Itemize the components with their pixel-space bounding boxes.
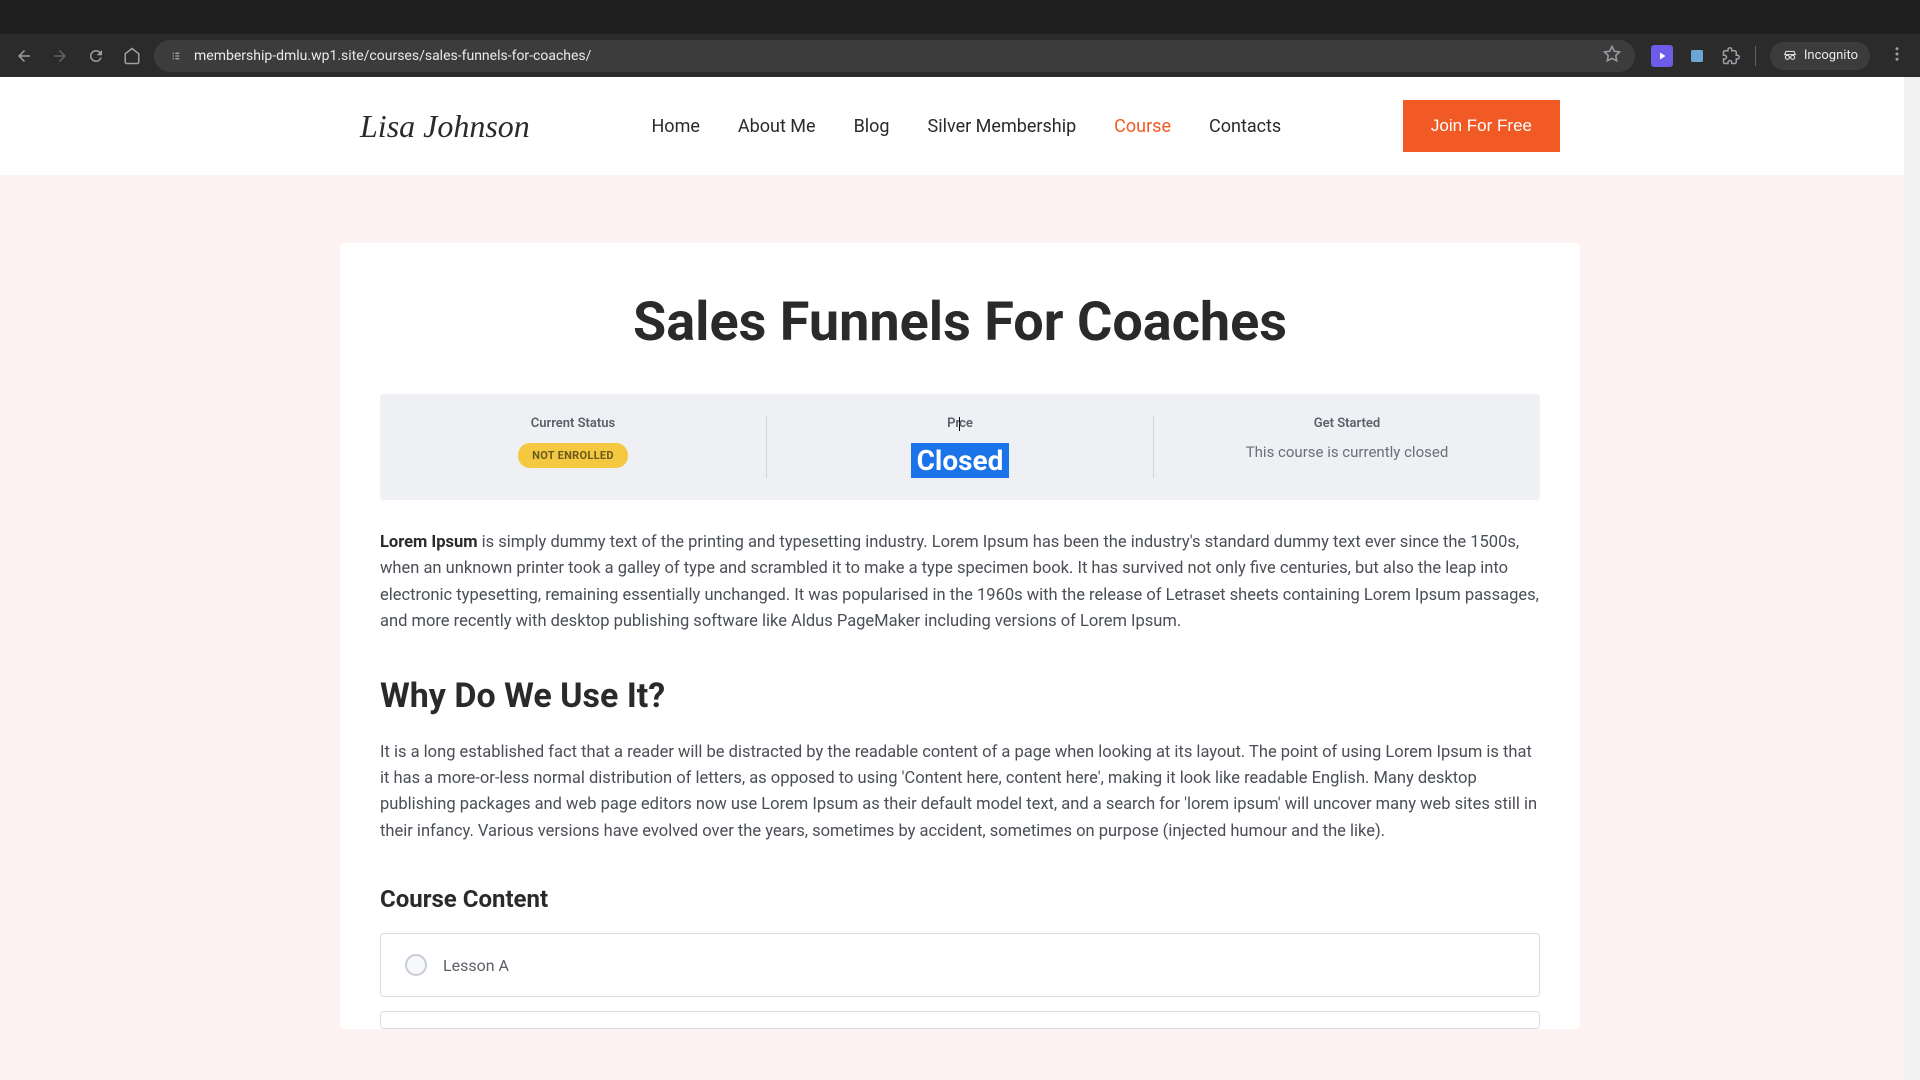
- nav-item-home[interactable]: Home: [651, 116, 699, 137]
- extensions-icon[interactable]: [1721, 46, 1741, 66]
- course-closed-message: This course is currently closed: [1246, 443, 1449, 461]
- site-settings-icon[interactable]: [168, 48, 184, 64]
- browser-toolbar: membership-dmlu.wp1.site/courses/sales-f…: [0, 34, 1920, 77]
- course-content-heading: Course Content: [380, 885, 1540, 913]
- lesson-name: Lesson A: [443, 956, 509, 975]
- scrollbar[interactable]: [1904, 77, 1920, 1080]
- nav-item-silver-membership[interactable]: Silver Membership: [928, 116, 1077, 137]
- home-button[interactable]: [118, 42, 146, 70]
- intro-rest: is simply dummy text of the printing and…: [380, 533, 1539, 631]
- status-current-label: Current Status: [531, 416, 615, 431]
- lesson-item-next[interactable]: [380, 1011, 1540, 1029]
- reload-button[interactable]: [82, 42, 110, 70]
- site-logo[interactable]: Lisa Johnson: [360, 108, 530, 145]
- site-header: Lisa Johnson Home About Me Blog Silver Memb…: [0, 77, 1920, 175]
- why-heading: Why Do We Use It?: [380, 676, 1540, 716]
- main-nav: Home About Me Blog Silver Membership Course C…: [651, 116, 1281, 137]
- page-title: Sales Funnels For Coaches: [380, 291, 1540, 354]
- status-col-current: Current Status NOT ENROLLED: [380, 416, 767, 478]
- lesson-status-icon: [405, 954, 427, 976]
- extension-icon-1[interactable]: [1651, 45, 1673, 67]
- back-button[interactable]: [10, 42, 38, 70]
- browser-menu-icon[interactable]: [1884, 41, 1910, 71]
- status-price-label: Prce: [947, 416, 973, 431]
- course-status-box: Current Status NOT ENROLLED Prce Closed …: [380, 394, 1540, 500]
- intro-paragraph: Lorem Ipsum is simply dummy text of the …: [380, 530, 1540, 636]
- extension-icon-2[interactable]: [1687, 46, 1707, 66]
- bookmark-icon[interactable]: [1603, 45, 1621, 67]
- nav-item-blog[interactable]: Blog: [854, 116, 890, 137]
- intro-bold: Lorem Ipsum: [380, 533, 478, 552]
- status-col-start: Get Started This course is currently clo…: [1154, 416, 1540, 478]
- join-button[interactable]: Join For Free: [1403, 100, 1560, 152]
- incognito-label: Incognito: [1804, 48, 1858, 63]
- nav-item-contacts[interactable]: Contacts: [1209, 116, 1281, 137]
- enrollment-badge: NOT ENROLLED: [518, 443, 628, 468]
- address-bar[interactable]: membership-dmlu.wp1.site/courses/sales-f…: [154, 40, 1635, 72]
- nav-item-course[interactable]: Course: [1114, 116, 1171, 137]
- lesson-item[interactable]: Lesson A: [380, 933, 1540, 997]
- status-col-price: Prce Closed: [767, 416, 1154, 478]
- text-cursor-icon: [959, 417, 960, 431]
- price-value: Closed: [911, 443, 1010, 478]
- nav-item-about-me[interactable]: About Me: [738, 116, 816, 137]
- course-card: Sales Funnels For Coaches Current Status…: [340, 243, 1580, 1029]
- status-start-label: Get Started: [1314, 416, 1380, 431]
- why-paragraph: It is a long established fact that a rea…: [380, 740, 1540, 846]
- incognito-badge[interactable]: Incognito: [1770, 42, 1870, 70]
- browser-tab-strip: [0, 0, 1920, 34]
- forward-button[interactable]: [46, 42, 74, 70]
- url-text: membership-dmlu.wp1.site/courses/sales-f…: [194, 48, 1593, 64]
